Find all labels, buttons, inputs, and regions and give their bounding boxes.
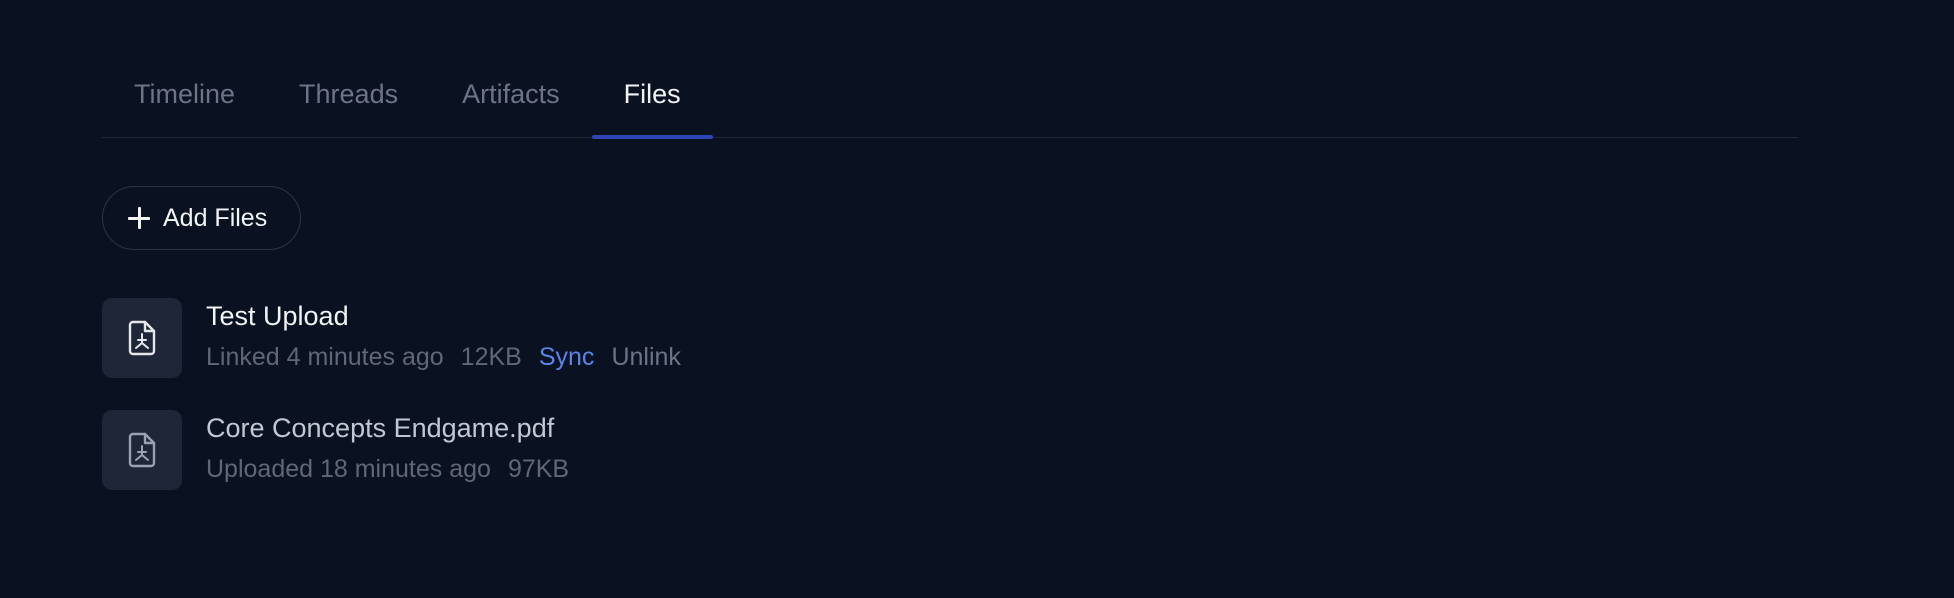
tab-timeline[interactable]: Timeline [102,64,267,137]
unlink-link[interactable]: Unlink [611,342,680,372]
add-files-button[interactable]: Add Files [102,186,301,250]
tab-artifacts[interactable]: Artifacts [430,64,592,137]
file-meta: Linked 4 minutes ago 12KB Sync Unlink [206,342,698,372]
tab-files[interactable]: Files [591,64,713,139]
pdf-file-icon [102,298,182,378]
plus-icon [127,206,151,230]
file-item[interactable]: Core Concepts Endgame.pdf Uploaded 18 mi… [102,410,586,490]
pdf-file-icon [102,410,182,490]
file-size: 97KB [507,455,570,483]
file-size: 12KB [460,343,522,371]
file-status: Linked 4 minutes ago [206,343,444,371]
file-name: Test Upload [206,301,349,331]
sync-link[interactable]: Sync [539,342,595,372]
file-item[interactable]: Test Upload Linked 4 minutes ago 12KB Sy… [102,298,698,378]
file-details: Core Concepts Endgame.pdf Uploaded 18 mi… [206,410,586,484]
file-details: Test Upload Linked 4 minutes ago 12KB Sy… [206,298,698,372]
add-files-label: Add Files [163,203,268,232]
file-meta: Uploaded 18 minutes ago 97KB [206,454,586,484]
files-panel: Timeline Threads Artifacts Files Add Fil… [0,0,1954,598]
tab-bar: Timeline Threads Artifacts Files [102,64,1798,139]
tab-threads[interactable]: Threads [267,64,430,137]
file-name: Core Concepts Endgame.pdf [206,413,555,443]
file-status: Uploaded 18 minutes ago [206,455,491,483]
